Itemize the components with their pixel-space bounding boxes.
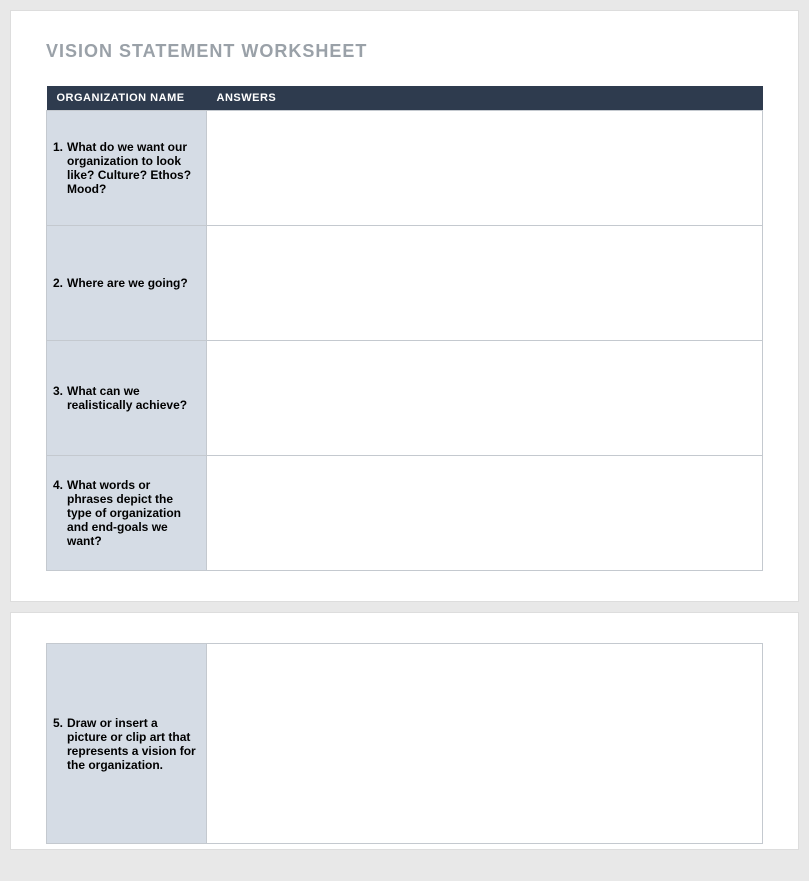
question-text: Where are we going? bbox=[67, 276, 188, 290]
question-number: 3. bbox=[53, 384, 63, 398]
answer-cell[interactable] bbox=[207, 456, 763, 571]
table-row: 2. Where are we going? bbox=[47, 226, 763, 341]
question-cell: 2. Where are we going? bbox=[47, 226, 207, 341]
question-number: 4. bbox=[53, 478, 63, 492]
header-answers: ANSWERS bbox=[207, 86, 763, 111]
question-text: Draw or insert a picture or clip art tha… bbox=[67, 716, 198, 772]
table-row: 4. What words or phrases depict the type… bbox=[47, 456, 763, 571]
question-text: What words or phrases depict the type of… bbox=[67, 478, 198, 548]
worksheet-title: VISION STATEMENT WORKSHEET bbox=[46, 41, 763, 62]
answer-cell[interactable] bbox=[207, 644, 763, 844]
question-cell: 4. What words or phrases depict the type… bbox=[47, 456, 207, 571]
header-organization-name: ORGANIZATION NAME bbox=[47, 86, 207, 111]
page-2: 5. Draw or insert a picture or clip art … bbox=[10, 612, 799, 850]
question-cell: 3. What can we realistically achieve? bbox=[47, 341, 207, 456]
table-row: 1. What do we want our organization to l… bbox=[47, 111, 763, 226]
answer-cell[interactable] bbox=[207, 111, 763, 226]
answer-cell[interactable] bbox=[207, 341, 763, 456]
question-text: What can we realistically achieve? bbox=[67, 384, 198, 412]
page-1: VISION STATEMENT WORKSHEET ORGANIZATION … bbox=[10, 10, 799, 602]
question-text: What do we want our organization to look… bbox=[67, 140, 198, 196]
worksheet-table: ORGANIZATION NAME ANSWERS 1. What do we … bbox=[46, 86, 763, 571]
question-cell: 5. Draw or insert a picture or clip art … bbox=[47, 644, 207, 844]
table-header-row: ORGANIZATION NAME ANSWERS bbox=[47, 86, 763, 111]
question-number: 1. bbox=[53, 140, 63, 154]
answer-cell[interactable] bbox=[207, 226, 763, 341]
worksheet-table-2: 5. Draw or insert a picture or clip art … bbox=[46, 643, 763, 844]
question-number: 2. bbox=[53, 276, 63, 290]
question-cell: 1. What do we want our organization to l… bbox=[47, 111, 207, 226]
table-row: 3. What can we realistically achieve? bbox=[47, 341, 763, 456]
table-row: 5. Draw or insert a picture or clip art … bbox=[47, 644, 763, 844]
question-number: 5. bbox=[53, 716, 63, 730]
